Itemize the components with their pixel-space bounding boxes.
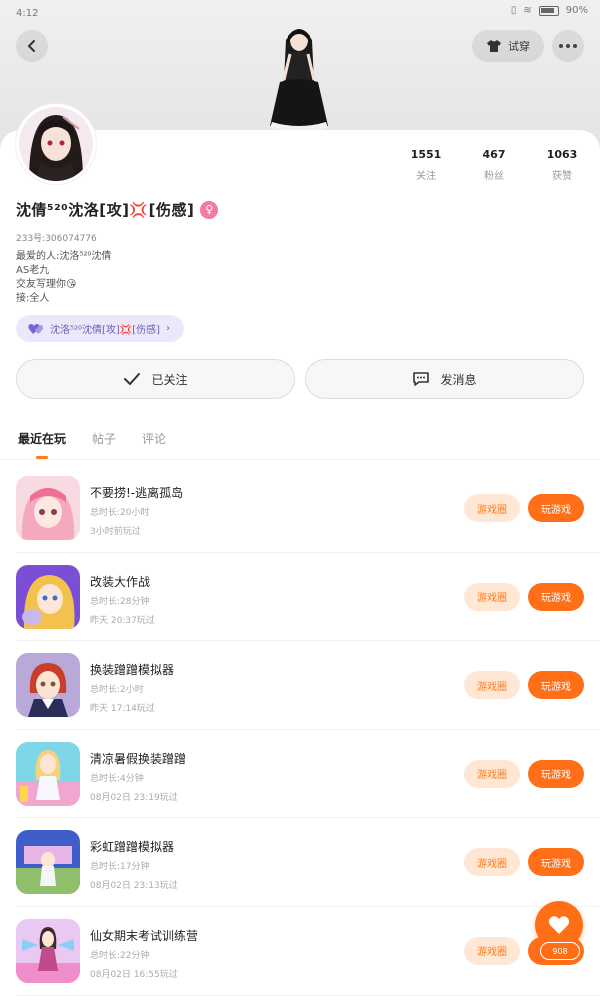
tab-recently-played[interactable]: 最近在玩 <box>18 430 66 459</box>
avatar-image <box>19 107 93 181</box>
game-last-played: 昨天 20:37玩过 <box>90 615 155 626</box>
heart-icon <box>548 916 570 934</box>
more-dot-icon <box>566 44 570 48</box>
stat-label: 获赞 <box>552 171 572 182</box>
game-icon <box>16 830 80 895</box>
avatar[interactable] <box>16 104 96 184</box>
game-circle-button[interactable]: 游戏圈 <box>464 582 520 611</box>
followed-label: 已关注 <box>151 372 188 387</box>
battery-percent: 90% <box>565 5 588 16</box>
vibrate-icon: ▯ <box>510 5 517 16</box>
game-icon <box>16 918 80 983</box>
send-message-button[interactable]: 发消息 <box>305 359 584 399</box>
wifi-icon: ≋ <box>523 5 532 16</box>
recent-games-list: 不要捞!-逃离孤岛 总时长:20小时 3小时前玩过 游戏圈 玩游戏 改装大作战 … <box>0 464 600 996</box>
play-game-button[interactable]: 玩游戏 <box>528 582 584 611</box>
username: 沈倩⁵²⁰沈洛[攻]💢[伤感] <box>16 201 195 219</box>
try-on-button[interactable]: 试穿 <box>472 30 544 62</box>
like-count-badge: 908 <box>540 942 580 960</box>
game-name: 仙女期末考试训练营 <box>90 928 199 943</box>
game-icon <box>16 653 80 718</box>
send-message-label: 发消息 <box>440 372 477 387</box>
game-name: 清凉暑假换装蹭蹭 <box>90 751 187 766</box>
game-duration: 总时长:17分钟 <box>90 862 150 873</box>
game-name: 彩虹蹭蹭模拟器 <box>90 840 175 855</box>
game-last-played: 昨天 17:14玩过 <box>90 704 155 715</box>
profile-bio: 最爱的人:沈洛⁵²⁰沈倩 AS老九 交友写理你😘 接:全人 <box>16 250 111 306</box>
chat-bubble-icon <box>413 372 430 386</box>
play-game-button[interactable]: 玩游戏 <box>528 848 584 877</box>
relationship-label: 沈洛⁵²⁰沈倩[攻]💢[伤感] <box>50 325 161 336</box>
game-list-item[interactable]: 仙女期末考试训练营 总时长:22分钟 08月02日 16:55玩过 游戏圈 玩游… <box>16 907 600 996</box>
followed-button[interactable]: 已关注 <box>16 359 295 399</box>
game-icon <box>16 741 80 806</box>
game-list-item[interactable]: 改装大作战 总时长:28分钟 昨天 20:37玩过 游戏圈 玩游戏 <box>16 553 600 642</box>
more-dot-icon <box>559 44 563 48</box>
game-icon <box>16 564 80 629</box>
game-name: 换装蹭蹭模拟器 <box>90 663 175 678</box>
stat-label: 关注 <box>416 171 436 182</box>
more-options-button[interactable] <box>552 30 584 62</box>
game-list-item[interactable]: 不要捞!-逃离孤岛 总时长:20小时 3小时前玩过 游戏圈 玩游戏 <box>16 464 600 553</box>
game-duration: 总时长:2小时 <box>90 685 144 696</box>
stat-value: 1551 <box>410 148 442 161</box>
play-game-button[interactable]: 玩游戏 <box>528 759 584 788</box>
game-duration: 总时长:4分钟 <box>90 773 144 784</box>
female-gender-icon: ♀ <box>200 200 219 219</box>
chevron-right-icon: › <box>166 323 171 334</box>
chevron-left-icon <box>28 40 35 52</box>
back-button[interactable] <box>16 30 48 62</box>
username-row: 沈倩⁵²⁰沈洛[攻]💢[伤感] ♀ <box>16 199 219 220</box>
game-list-item[interactable]: 彩虹蹭蹭模拟器 总时长:17分钟 08月02日 23:13玩过 游戏圈 玩游戏 <box>16 818 600 907</box>
game-circle-button[interactable]: 游戏圈 <box>464 759 520 788</box>
game-circle-button[interactable]: 游戏圈 <box>464 671 520 700</box>
tshirt-icon <box>487 40 501 52</box>
stat-following[interactable]: 1551 关注 <box>401 148 451 182</box>
game-circle-button[interactable]: 游戏圈 <box>464 494 520 522</box>
tab-comments[interactable]: 评论 <box>142 430 166 459</box>
user-id: 233号:306074776 <box>16 234 97 244</box>
stat-value: 1063 <box>546 148 578 161</box>
try-on-label: 试穿 <box>508 40 530 53</box>
full-body-avatar-figure <box>270 29 328 130</box>
bio-line: 交友写理你😘 <box>16 279 77 290</box>
battery-icon <box>538 5 559 16</box>
more-dot-icon <box>573 44 577 48</box>
tab-posts[interactable]: 帖子 <box>92 430 116 459</box>
game-name: 改装大作战 <box>90 574 151 589</box>
game-last-played: 08月02日 23:19玩过 <box>90 792 178 803</box>
stat-likes[interactable]: 1063 获赞 <box>537 148 587 182</box>
stat-followers[interactable]: 467 粉丝 <box>469 148 519 182</box>
game-last-played: 08月02日 16:55玩过 <box>90 969 178 980</box>
tabs-divider <box>0 459 600 460</box>
status-icons: ▯ ≋ 90% <box>511 5 588 16</box>
game-duration: 总时长:28分钟 <box>90 596 150 607</box>
checkmark-icon <box>124 373 141 385</box>
profile-actions: 已关注 发消息 <box>16 359 584 399</box>
game-last-played: 3小时前玩过 <box>90 527 141 537</box>
game-circle-button[interactable]: 游戏圈 <box>464 848 520 877</box>
game-duration: 总时长:22分钟 <box>90 950 150 961</box>
play-game-button[interactable]: 玩游戏 <box>528 671 584 700</box>
bio-line: 最爱的人:沈洛⁵²⁰沈倩 <box>16 251 112 262</box>
game-duration: 总时长:20小时 <box>90 508 150 518</box>
play-game-button[interactable]: 玩游戏 <box>528 494 584 522</box>
profile-stats: 1551 关注 467 粉丝 1063 获赞 <box>400 148 600 184</box>
stat-label: 粉丝 <box>484 171 504 182</box>
game-last-played: 08月02日 23:13玩过 <box>90 881 178 892</box>
relationship-chip[interactable]: 沈洛⁵²⁰沈倩[攻]💢[伤感] › <box>16 315 185 342</box>
stat-value: 467 <box>482 148 506 161</box>
bio-line: 接:全人 <box>16 293 50 304</box>
status-time: 4:12 <box>16 8 39 19</box>
profile-tabs: 最近在玩 帖子 评论 <box>18 430 166 459</box>
game-icon <box>16 476 80 540</box>
game-circle-button[interactable]: 游戏圈 <box>464 936 520 965</box>
bio-line: AS老九 <box>16 265 50 276</box>
game-name: 不要捞!-逃离孤岛 <box>90 486 184 500</box>
game-list-item[interactable]: 清凉暑假换装蹭蹭 总时长:4分钟 08月02日 23:19玩过 游戏圈 玩游戏 <box>16 730 600 819</box>
double-heart-icon <box>28 323 43 334</box>
game-list-item[interactable]: 换装蹭蹭模拟器 总时长:2小时 昨天 17:14玩过 游戏圈 玩游戏 <box>16 641 600 730</box>
